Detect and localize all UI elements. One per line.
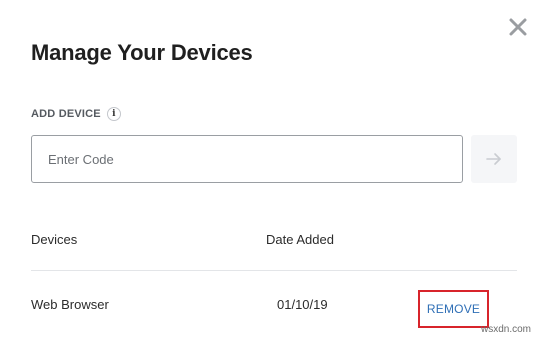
add-device-label-row: ADD DEVICE i: [31, 106, 121, 122]
dialog-title: Manage Your Devices: [31, 40, 253, 65]
device-name-cell: Web Browser: [31, 297, 109, 312]
remove-device-button[interactable]: REMOVE: [418, 290, 489, 328]
add-device-label: ADD DEVICE: [31, 108, 101, 120]
date-added-cell: 01/10/19: [277, 297, 328, 312]
column-header-devices: Devices: [31, 232, 78, 247]
close-button[interactable]: [507, 16, 529, 38]
arrow-right-icon: [486, 153, 501, 165]
table-divider: [31, 270, 517, 271]
column-header-date-added: Date Added: [266, 232, 334, 247]
manage-devices-dialog: Manage Your Devices ADD DEVICE i Devices…: [0, 0, 544, 341]
info-icon[interactable]: i: [106, 107, 121, 121]
close-icon: [509, 18, 527, 36]
enter-code-input[interactable]: [31, 135, 463, 183]
submit-code-button[interactable]: [471, 135, 517, 183]
watermark-text: wsxdn.com: [481, 324, 532, 335]
